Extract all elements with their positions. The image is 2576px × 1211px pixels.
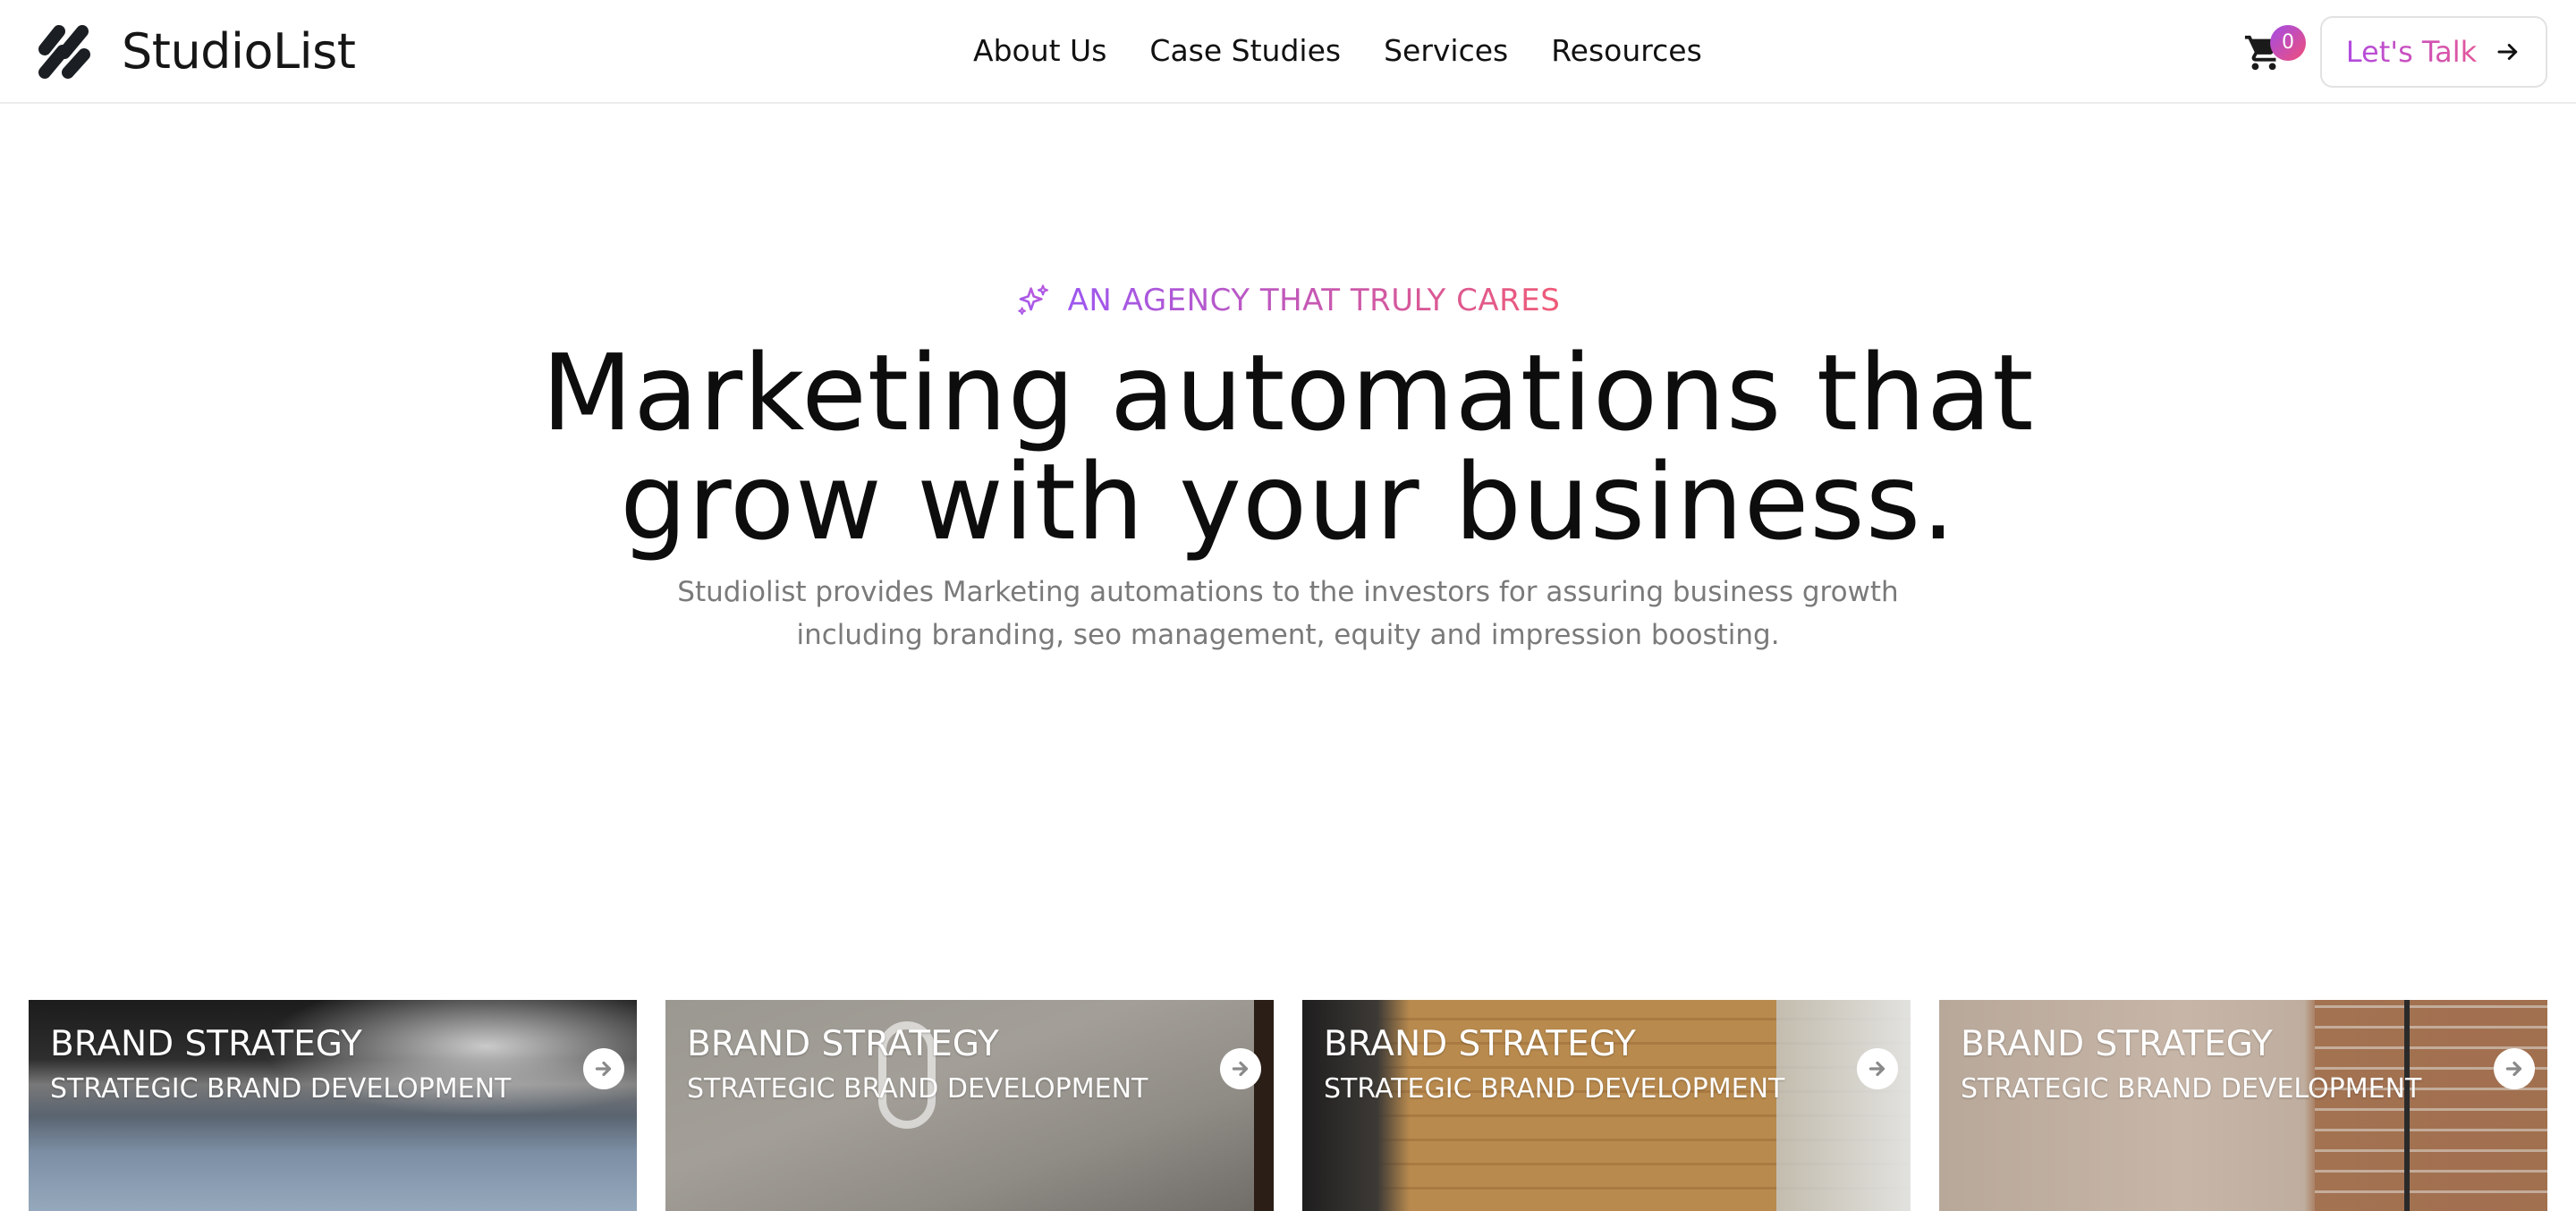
nav-services[interactable]: Services: [1384, 36, 1508, 65]
hero-subtext: Studiolist provides Marketing automation…: [0, 571, 2576, 656]
arrow-right-icon: [2497, 44, 2518, 60]
circle-arrow-right-icon[interactable]: [1220, 1048, 1261, 1089]
service-card-4[interactable]: BRAND STRATEGY STRATEGIC BRAND DEVELOPME…: [1939, 1000, 2547, 1211]
card-background-pipe: [2404, 1000, 2410, 1211]
hero-headline-line1: Marketing automations that: [541, 331, 2035, 454]
card-background-window: [1776, 1000, 1911, 1211]
studiolist-logo-icon: [38, 25, 90, 79]
nav-about-us[interactable]: About Us: [973, 36, 1106, 65]
brand[interactable]: StudioList: [32, 18, 356, 86]
card-title: BRAND STRATEGY: [1961, 1024, 2273, 1064]
circle-arrow-right-icon[interactable]: [1857, 1048, 1898, 1089]
card-subtitle: STRATEGIC BRAND DEVELOPMENT: [50, 1073, 512, 1105]
card-background-brick: [2315, 1000, 2547, 1211]
lets-talk-button[interactable]: Let's Talk: [2320, 16, 2547, 88]
main-nav: About Us Case Studies Services Resources: [973, 30, 1702, 70]
circle-arrow-right-icon[interactable]: [583, 1048, 624, 1089]
card-subtitle: STRATEGIC BRAND DEVELOPMENT: [687, 1073, 1148, 1105]
hero-eyebrow: AN AGENCY THAT TRULY CARES: [0, 283, 2576, 318]
sparkles-icon: [1018, 284, 1048, 315]
card-title: BRAND STRATEGY: [1324, 1024, 1636, 1064]
hero-subtext-line1: Studiolist provides Marketing automation…: [677, 576, 1899, 608]
card-subtitle: STRATEGIC BRAND DEVELOPMENT: [1961, 1073, 2422, 1105]
service-card-1[interactable]: BRAND STRATEGY STRATEGIC BRAND DEVELOPME…: [29, 1000, 637, 1211]
nav-resources[interactable]: Resources: [1551, 36, 1702, 65]
hero-eyebrow-text: AN AGENCY THAT TRULY CARES: [1067, 283, 1561, 318]
service-cards: BRAND STRATEGY STRATEGIC BRAND DEVELOPME…: [29, 1000, 2547, 1211]
service-card-3[interactable]: BRAND STRATEGY STRATEGIC BRAND DEVELOPME…: [1302, 1000, 1911, 1211]
card-title: BRAND STRATEGY: [50, 1024, 362, 1064]
brand-name: StudioList: [122, 23, 356, 80]
card-subtitle: STRATEGIC BRAND DEVELOPMENT: [1324, 1073, 1785, 1105]
card-background-frame: [1254, 1000, 1274, 1211]
hero-headline-line2: grow with your business.: [620, 440, 1956, 563]
hero-subtext-line2: including branding, seo management, equi…: [796, 619, 1780, 651]
nav-case-studies[interactable]: Case Studies: [1149, 36, 1341, 65]
cart-button[interactable]: 0: [2243, 25, 2306, 79]
lets-talk-label: Let's Talk: [2345, 35, 2478, 69]
card-title: BRAND STRATEGY: [687, 1024, 999, 1064]
cart-count-badge: 0: [2270, 25, 2306, 61]
circle-arrow-right-icon[interactable]: [2494, 1048, 2535, 1089]
hero-headline: Marketing automations that grow with you…: [0, 338, 2576, 556]
site-header: StudioList About Us Case Studies Service…: [0, 0, 2576, 104]
service-card-2[interactable]: BRAND STRATEGY STRATEGIC BRAND DEVELOPME…: [665, 1000, 1274, 1211]
